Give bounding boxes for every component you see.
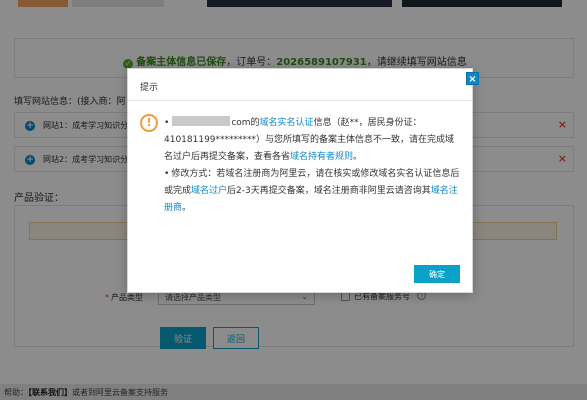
- dialog-message: • com的域名实名认证信息（赵**，居民身份证：410181199*******…: [164, 115, 460, 217]
- warning-icon: !: [140, 114, 158, 132]
- masked-domain: [172, 116, 231, 126]
- message-paragraph: • 修改方式：若域名注册商为阿里云，请在核实或修改域名实名认证信息后或完成域名过户…: [164, 169, 460, 213]
- close-icon[interactable]: ×: [466, 72, 479, 85]
- alert-dialog: 提示 × ! • com的域名实名认证信息（赵**，居民身份证：410181199…: [127, 68, 479, 293]
- dialog-header: 提示: [128, 69, 472, 101]
- domain-verification-link[interactable]: 域名实名认证: [260, 118, 314, 128]
- message-paragraph: • com的域名实名认证信息（赵**，居民身份证：410181199*******…: [164, 116, 455, 162]
- domain-holder-rules-link[interactable]: 域名持有者规则: [290, 152, 353, 162]
- dialog-title: 提示: [140, 83, 159, 93]
- confirm-button[interactable]: 确定: [414, 265, 460, 283]
- domain-transfer-link[interactable]: 域名过户: [191, 186, 227, 196]
